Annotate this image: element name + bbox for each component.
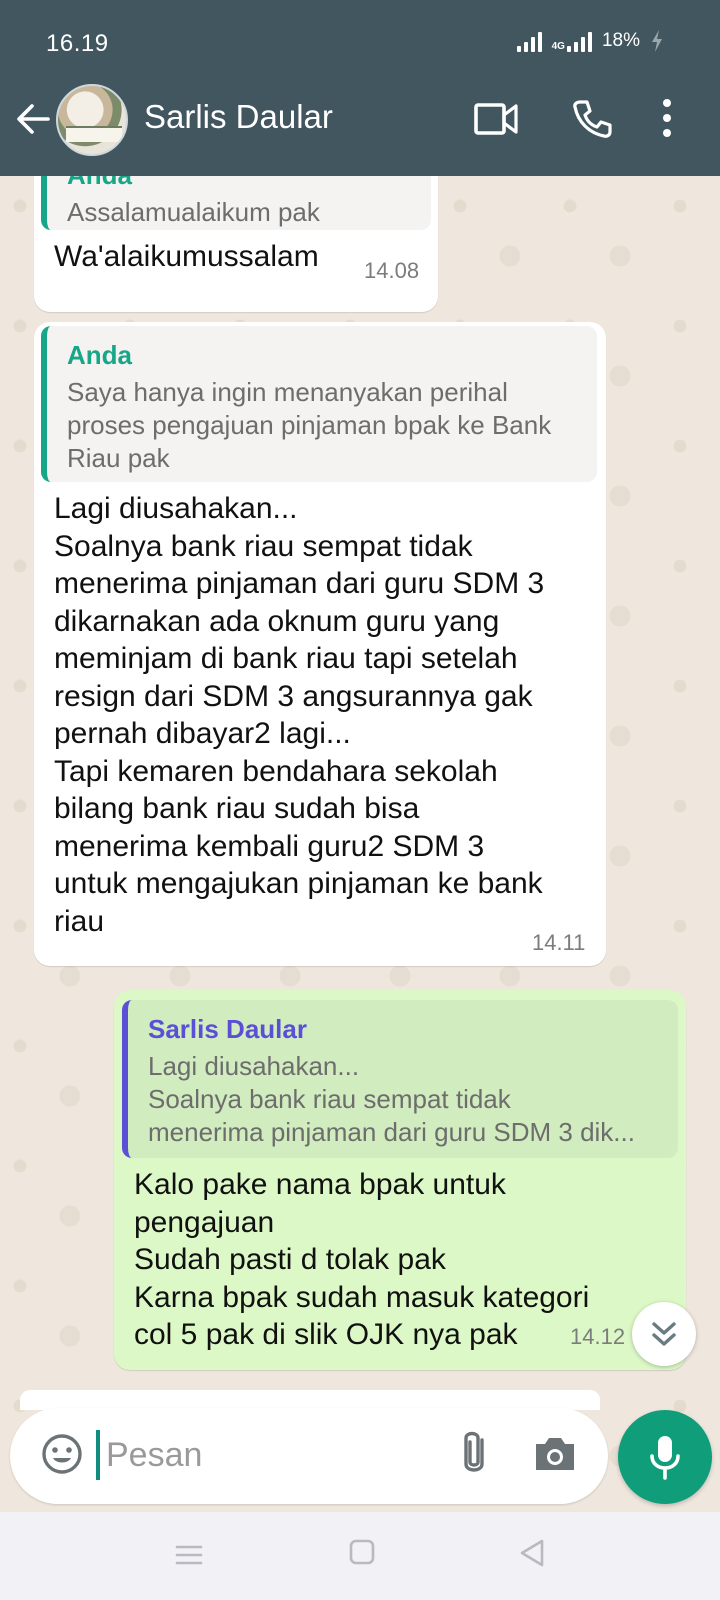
partial-message-edge — [20, 1390, 600, 1410]
microphone-icon — [650, 1436, 680, 1480]
double-chevron-down-icon — [652, 1322, 676, 1346]
mobile-data-indicator: 4G — [552, 30, 592, 52]
status-bar: 16.19 4G 18% — [0, 0, 720, 88]
back-triangle-icon[interactable] — [518, 1538, 546, 1568]
message-input[interactable] — [106, 1430, 426, 1480]
arrow-left-icon[interactable] — [14, 100, 52, 138]
text-cursor — [96, 1430, 100, 1480]
quoted-text: Lagi diusahakan... Soalnya bank riau sem… — [148, 1051, 635, 1147]
recent-apps-icon[interactable] — [174, 1540, 204, 1570]
message-time: 14.12 — [570, 1324, 626, 1349]
more-vertical-icon[interactable] — [662, 98, 672, 138]
contact-name[interactable]: Sarlis Daular — [144, 98, 333, 136]
message-text: Wa'alaikumussalam — [54, 240, 319, 273]
chat-area[interactable]: Anda Assalamualaikum pak Wa'alaikumussal… — [0, 176, 720, 1508]
scroll-to-bottom-button[interactable] — [632, 1302, 696, 1366]
voice-record-button[interactable] — [618, 1410, 712, 1504]
message-bubble-incoming[interactable]: Anda Assalamualaikum pak Wa'alaikumussal… — [34, 176, 438, 312]
home-icon[interactable] — [348, 1538, 376, 1566]
system-navigation-bar — [0, 1512, 720, 1600]
status-indicators: 4G 18% — [516, 30, 664, 52]
signal-icon-2 — [566, 30, 592, 52]
message-composer — [10, 1408, 608, 1504]
paperclip-icon[interactable] — [456, 1428, 492, 1480]
network-type: 4G — [551, 41, 565, 52]
message-text: Lagi diusahakan... Soalnya bank riau sem… — [54, 492, 545, 938]
signal-icon — [516, 30, 542, 52]
message-bubble-outgoing[interactable]: Sarlis Daular Lagi diusahakan... Soalnya… — [114, 990, 686, 1370]
charging-icon — [652, 30, 662, 52]
quoted-message[interactable]: Sarlis Daular Lagi diusahakan... Soalnya… — [122, 1000, 678, 1158]
message-text: Kalo pake nama bpak untuk pengajuan Suda… — [134, 1168, 590, 1351]
message-time: 14.08 — [364, 258, 420, 283]
emoji-icon[interactable] — [40, 1432, 84, 1476]
camera-icon[interactable] — [532, 1430, 578, 1476]
message-bubble-incoming[interactable]: Anda Saya hanya ingin menanyakan perihal… — [34, 322, 606, 966]
quoted-author: Anda — [67, 176, 132, 191]
battery-percentage: 18% — [601, 30, 640, 51]
avatar[interactable] — [56, 84, 128, 156]
quoted-author: Anda — [67, 340, 132, 370]
message-time: 14.11 — [532, 930, 586, 955]
video-camera-icon[interactable] — [474, 101, 518, 137]
quoted-text: Saya hanya ingin menanyakan perihal pros… — [67, 377, 552, 473]
quoted-message[interactable]: Anda Assalamualaikum pak — [41, 176, 431, 230]
phone-icon[interactable] — [572, 99, 612, 139]
quoted-message[interactable]: Anda Saya hanya ingin menanyakan perihal… — [41, 326, 597, 482]
quoted-author: Sarlis Daular — [148, 1014, 307, 1044]
top-bar: 16.19 4G 18% Sarlis Daular — [0, 0, 720, 176]
quoted-text: Assalamualaikum pak — [67, 197, 320, 227]
status-time: 16.19 — [46, 30, 109, 57]
